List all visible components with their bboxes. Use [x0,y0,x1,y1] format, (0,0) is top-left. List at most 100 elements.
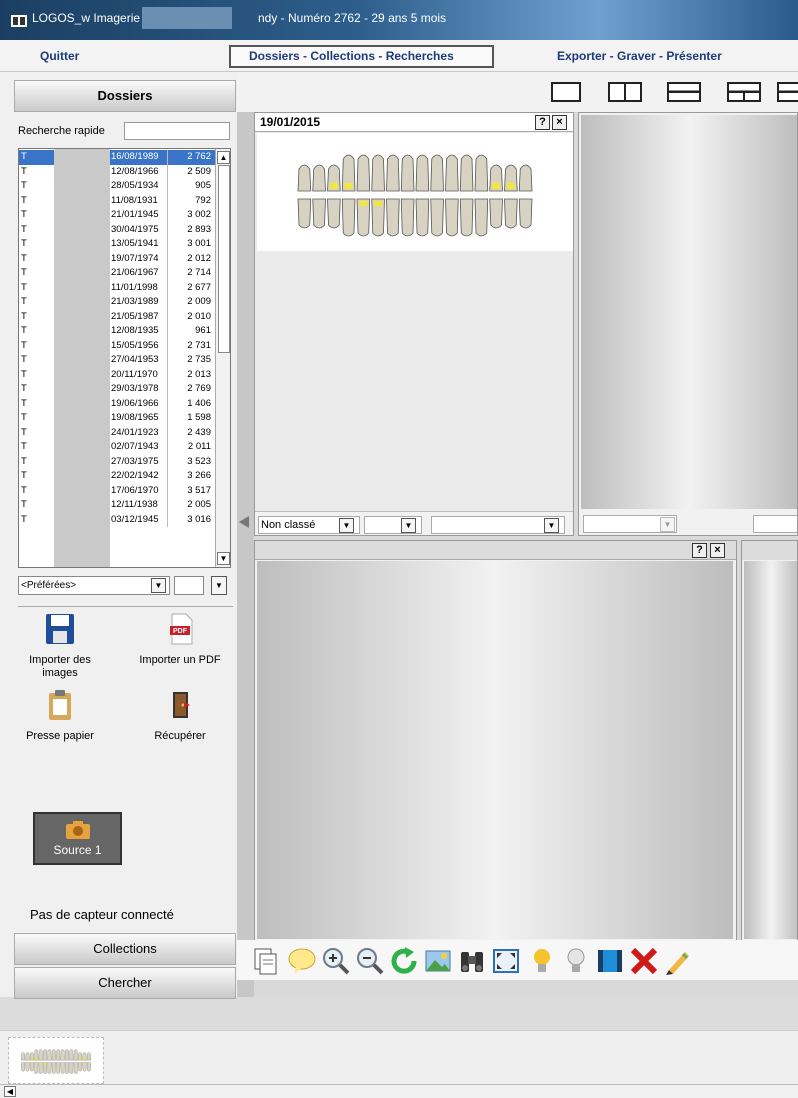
favorites-box[interactable] [174,576,204,595]
list-item[interactable]: Tc22/02/19423 266 [19,469,215,484]
list-item[interactable]: T 16/08/1989 2 762 [19,150,215,165]
recover-button[interactable]: Récupérer [135,688,225,743]
close-button[interactable]: × [710,543,725,558]
chevron-down-icon[interactable]: ▼ [660,517,675,532]
image-pane-3[interactable]: ? × ▼ ▼ [254,540,737,962]
help-button[interactable]: ? [535,115,550,130]
list-item[interactable]: T 12/11/1938 2 005 [19,498,215,513]
film-icon[interactable] [595,946,625,976]
pages-icon[interactable] [251,946,281,976]
redacted-name [142,7,232,29]
import-images-button[interactable]: Importer des images [15,612,105,680]
list-item[interactable]: Tl20/11/19702 013 [19,367,215,382]
list-item[interactable]: T 19/06/1966 1 406 [19,396,215,411]
patient-initial: T [21,180,27,191]
list-scrollbar[interactable]: ▲ ▼ [215,149,230,567]
chevron-down-icon[interactable]: ▼ [151,578,166,593]
chevron-down-icon[interactable]: ▼ [544,518,559,533]
list-item[interactable]: Tm21/06/19672 714 [19,266,215,281]
patient-list[interactable]: T16/08/19892 762Tq12/08/19662 509Toi28/0… [18,148,231,568]
clipboard-button[interactable]: Presse papier [15,688,105,743]
list-item[interactable]: Tni21/01/19453 002 [19,208,215,223]
menu-folders[interactable]: Dossiers - Collections - Recherches [249,49,454,63]
binoculars-icon[interactable] [457,946,487,976]
help-button[interactable]: ? [692,543,707,558]
thumbnail-item[interactable] [8,1037,104,1084]
pane-2-select[interactable]: ▼ [583,515,677,533]
zoom-out-icon[interactable] [355,946,385,976]
folders-header[interactable]: Dossiers [14,80,236,112]
filling-mark [30,1057,34,1060]
image-pane-2[interactable]: ▼ [578,112,798,536]
list-item[interactable]: TI17/06/19703 517 [19,483,215,498]
upper-tooth [371,154,385,192]
list-item[interactable]: Tu27/04/19532 735 [19,353,215,368]
pdf-icon: PDF [170,613,193,645]
comment-icon[interactable] [287,946,317,976]
favorites-dropdown-button[interactable]: ▼ [211,576,227,595]
refresh-icon[interactable] [389,946,419,976]
patient-initial: T [21,499,27,510]
collapse-arrow-icon[interactable] [239,516,249,528]
list-item[interactable]: T 29/03/1978 2 769 [19,382,215,397]
image-icon[interactable] [423,946,453,976]
layout-three-icon[interactable] [727,82,761,102]
layout-two-rows-icon[interactable] [667,82,701,102]
menu-bar: Quitter Dossiers - Collections - Recherc… [0,40,798,72]
source-button[interactable]: Source 1 [33,812,122,865]
menu-quit[interactable]: Quitter [40,49,79,63]
list-item[interactable]: Ti19/07/19742 012 [19,251,215,266]
list-item[interactable]: Tre27/03/19753 523 [19,454,215,469]
close-button[interactable]: × [552,115,567,130]
layout-single-icon[interactable] [551,82,581,102]
list-item[interactable]: Tris30/04/19752 893 [19,222,215,237]
image-pane-4[interactable] [741,540,798,962]
list-item[interactable]: Tq12/08/19662 509 [19,164,215,179]
scroll-down-button[interactable]: ▼ [217,552,230,565]
image-pane-1[interactable]: 19/01/2015 ? × Non classé ▼ ▼ ▼ [254,112,574,536]
tertiary-select[interactable]: ▼ [431,516,565,534]
menu-export[interactable]: Exporter - Graver - Présenter [557,49,722,63]
scroll-thumb[interactable] [218,165,230,353]
layout-four-icon[interactable] [777,82,798,102]
import-pdf-button[interactable]: PDF Importer un PDF [135,612,225,667]
classification-select[interactable]: Non classé ▼ [258,516,360,534]
bulb-on-icon[interactable] [527,946,557,976]
bulb-off-icon[interactable] [561,946,591,976]
list-item[interactable]: T 12/08/1935 961 [19,324,215,339]
fullscreen-icon[interactable] [491,946,521,976]
favorites-select[interactable]: <Préférées> ▼ [18,576,170,595]
patient-birthdate: 03/12/1945 [111,513,159,525]
patient-initial: T [21,368,27,380]
delete-icon[interactable] [629,946,659,976]
pane-2-select-right[interactable] [753,515,797,533]
list-item[interactable]: T 15/05/1956 2 731 [19,338,215,353]
dental-chart-image[interactable] [257,133,573,251]
list-item[interactable]: Tnc21/03/19892 009 [19,295,215,310]
list-item[interactable]: Tnc11/08/1931792 [19,193,215,208]
collections-button[interactable]: Collections [14,933,236,965]
column-divider [167,251,168,266]
search-button[interactable]: Chercher [14,967,236,999]
scroll-left-button[interactable]: ◀ [4,1086,16,1097]
pencil-icon[interactable] [663,946,693,976]
column-divider [167,367,168,382]
list-item[interactable]: Tér24/01/19232 439 [19,425,215,440]
chevron-down-icon[interactable]: ▼ [401,518,416,533]
scroll-up-button[interactable]: ▲ [217,151,230,164]
column-divider [167,295,168,310]
list-item[interactable]: Ton02/07/19432 011 [19,440,215,455]
secondary-select[interactable]: ▼ [364,516,422,534]
list-item[interactable]: Tq13/05/19413 001 [19,237,215,252]
list-item[interactable]: Th19/08/19651 598 [19,411,215,426]
list-item[interactable]: T 03/12/1945 3 016 [19,512,215,527]
list-item[interactable]: Toi28/05/1934905 [19,179,215,194]
chevron-down-icon[interactable]: ▼ [339,518,354,533]
thumbnail-scrollbar[interactable]: ◀ [0,1084,798,1098]
list-item[interactable]: T 11/01/1998 2 677 [19,280,215,295]
layout-two-columns-icon[interactable] [608,82,642,102]
list-item[interactable]: Tne21/05/19872 010 [19,309,215,324]
quick-search-input[interactable] [124,122,230,140]
zoom-in-icon[interactable] [321,946,351,976]
lower-tooth [415,198,430,237]
